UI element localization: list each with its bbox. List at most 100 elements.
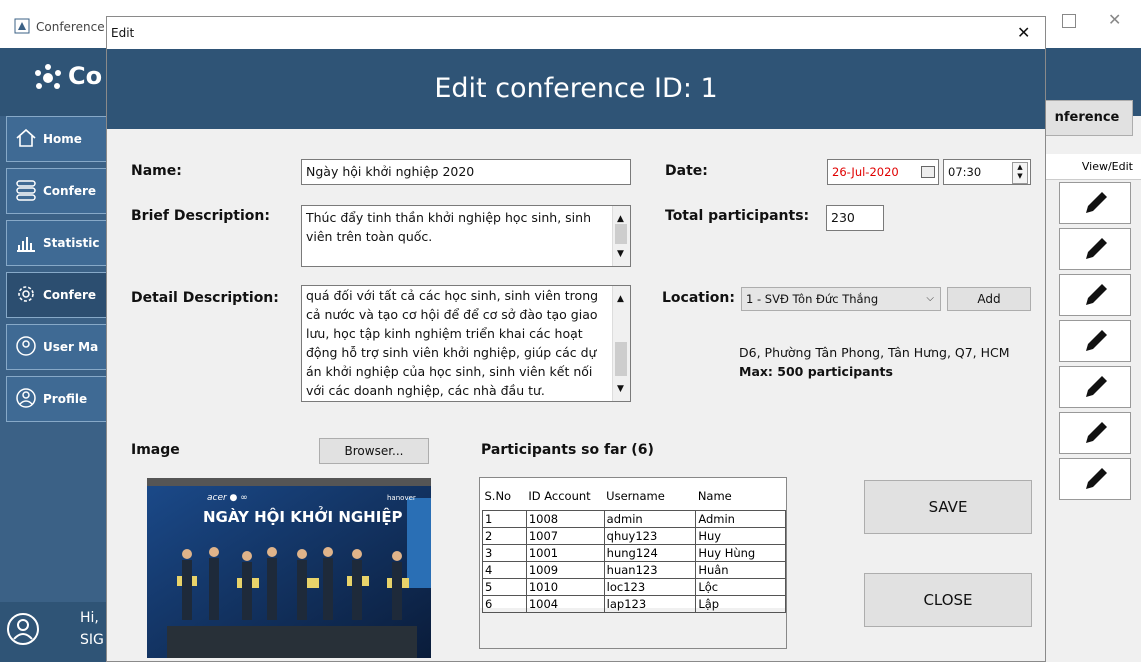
scrollbar[interactable]: ▲ ▼: [612, 286, 630, 401]
table-header-cell[interactable]: Username: [604, 482, 696, 511]
brief-description-text: Thúc đẩy tinh thần khởi nghiệp học sinh,…: [306, 210, 591, 244]
table-cell: admin: [603, 510, 697, 528]
edit-row-button[interactable]: [1059, 366, 1131, 408]
time-value: 07:30: [948, 165, 982, 179]
table-header-cell[interactable]: Name: [696, 482, 786, 511]
table-cell: 6: [482, 595, 527, 613]
date-picker[interactable]: 26-Jul-2020: [827, 159, 939, 185]
name-label: Name:: [131, 163, 182, 179]
table-cell: 4: [482, 561, 527, 579]
table-cell: Lập: [695, 595, 786, 613]
total-participants-label: Total participants:: [665, 208, 810, 224]
edit-row-button[interactable]: [1059, 228, 1131, 270]
pencil-icon: [1086, 376, 1107, 397]
detail-description-textarea[interactable]: quá đối với tất cả các học sinh, sinh vi…: [301, 285, 631, 402]
location-select[interactable]: 1 - SVĐ Tôn Đức Thắng ⌵: [741, 287, 941, 311]
table-row[interactable]: 5 1010 loc123 Lộc: [482, 578, 786, 596]
user-panel: Hi, SIG: [0, 602, 110, 662]
svg-text:acer ● ∞: acer ● ∞: [207, 493, 248, 503]
edit-row-button[interactable]: [1059, 412, 1131, 454]
table-cell: 1004: [525, 595, 605, 613]
app-icon: [14, 18, 30, 34]
table-row[interactable]: 2 1007 qhuy123 Huy: [482, 527, 786, 545]
location-max: Max: 500 participants: [739, 364, 893, 379]
sidebar-item-home[interactable]: Home: [6, 116, 110, 162]
location-value: 1 - SVĐ Tôn Đức Thắng: [746, 292, 879, 306]
total-participants-input[interactable]: 230: [826, 205, 884, 231]
table-row[interactable]: 1 1008 admin Admin: [482, 510, 786, 528]
sidebar-item-conferences[interactable]: Confere: [6, 168, 110, 214]
table-row[interactable]: 6 1004 lap123 Lập: [482, 595, 786, 613]
home-icon: [16, 128, 36, 147]
browser-button[interactable]: Browser...: [319, 438, 429, 464]
conference-image: acer ● ∞ hanover NGÀY HỘI KHỞI NGHIỆP: [147, 478, 431, 658]
user-settings-icon: [16, 336, 36, 356]
calendar-icon[interactable]: [921, 166, 935, 178]
name-input[interactable]: Ngày hội khởi nghiệp 2020: [301, 159, 631, 185]
sign-out-link[interactable]: SIG: [80, 632, 104, 648]
table-header-cell[interactable]: ID Account: [526, 482, 604, 511]
sidebar-item-label: Confere: [43, 184, 97, 198]
sidebar-item-conference-manage[interactable]: Confere: [6, 272, 110, 318]
maximize-button[interactable]: [1062, 14, 1076, 28]
sidebar-item-label: Confere: [43, 288, 97, 302]
sidebar: Home Confere Statistic Confere User Ma P…: [0, 116, 110, 662]
photo-banner-text: NGÀY HỘI KHỞI NGHIỆP: [203, 508, 403, 526]
edit-dialog: Edit ✕ Edit conference ID: 1 Name: Ngày …: [106, 16, 1046, 662]
table-cell: 1008: [525, 510, 605, 528]
table-cell: loc123: [603, 578, 697, 596]
edit-row-button[interactable]: [1059, 458, 1131, 500]
detail-description-label: Detail Description:: [131, 290, 279, 306]
gear-icon: [18, 286, 34, 302]
brief-description-textarea[interactable]: Thúc đẩy tinh thần khởi nghiệp học sinh,…: [301, 205, 631, 267]
edit-row-button[interactable]: [1059, 320, 1131, 362]
view-edit-header: View/Edit: [1045, 154, 1141, 180]
pencil-icon: [1086, 284, 1107, 305]
svg-text:hanover: hanover: [387, 494, 416, 502]
table-cell: huan123: [603, 561, 697, 579]
sidebar-item-label: User Ma: [43, 340, 99, 354]
sidebar-item-profile[interactable]: Profile: [6, 376, 110, 422]
avatar-icon: [7, 613, 39, 645]
sidebar-item-label: Statistic: [43, 236, 100, 250]
participants-grid[interactable]: S.No ID Account Username Name 1 1008 admin Adm…: [479, 477, 787, 649]
dialog-close-icon[interactable]: ✕: [1017, 23, 1030, 42]
pencil-icon: [1086, 192, 1107, 213]
spinner-arrows-icon[interactable]: ▲ ▼: [1012, 162, 1028, 184]
add-conference-button[interactable]: nference: [1041, 100, 1133, 136]
table-row[interactable]: 3 1001 hung124 Huy Hùng: [482, 544, 786, 562]
main-window-title: Conference: [36, 20, 105, 34]
participants-table: S.No ID Account Username Name 1 1008 admin Adm…: [482, 482, 786, 613]
edit-row-button[interactable]: [1059, 274, 1131, 316]
table-cell: Huy: [695, 527, 786, 545]
table-cell: 1010: [525, 578, 605, 596]
table-cell: Admin: [695, 510, 786, 528]
time-spinner[interactable]: 07:30 ▲ ▼: [943, 159, 1031, 185]
dialog-header: Edit conference ID: 1: [107, 49, 1045, 129]
table-row[interactable]: 4 1009 huan123 Huân: [482, 561, 786, 579]
pencil-icon: [1086, 422, 1107, 443]
sidebar-item-statistics[interactable]: Statistic: [6, 220, 110, 266]
scrollbar[interactable]: ▲ ▼: [612, 206, 630, 266]
pencil-icon: [1086, 238, 1107, 259]
list-icon: [16, 180, 36, 201]
event-photo-icon: acer ● ∞ hanover: [147, 478, 431, 658]
table-cell: 2: [482, 527, 527, 545]
location-address: D6, Phường Tân Phong, Tân Hưng, Q7, HCM: [739, 345, 1010, 360]
pencil-icon: [1086, 468, 1107, 489]
add-location-button[interactable]: Add: [947, 287, 1031, 311]
dialog-title: Edit: [111, 26, 135, 40]
sidebar-item-user-manage[interactable]: User Ma: [6, 324, 110, 370]
table-cell: 1: [482, 510, 527, 528]
conference-logo-icon: [32, 62, 64, 94]
save-button[interactable]: SAVE: [864, 480, 1032, 534]
image-label: Image: [131, 442, 180, 458]
table-header-cell[interactable]: S.No: [483, 482, 527, 511]
main-close-icon[interactable]: ✕: [1108, 10, 1121, 29]
close-button[interactable]: CLOSE: [864, 573, 1032, 627]
user-icon: [16, 388, 36, 408]
edit-row-button[interactable]: [1059, 182, 1131, 224]
table-cell: Huy Hùng: [695, 544, 786, 562]
sidebar-item-label: Home: [43, 132, 82, 146]
table-cell: 1001: [525, 544, 605, 562]
